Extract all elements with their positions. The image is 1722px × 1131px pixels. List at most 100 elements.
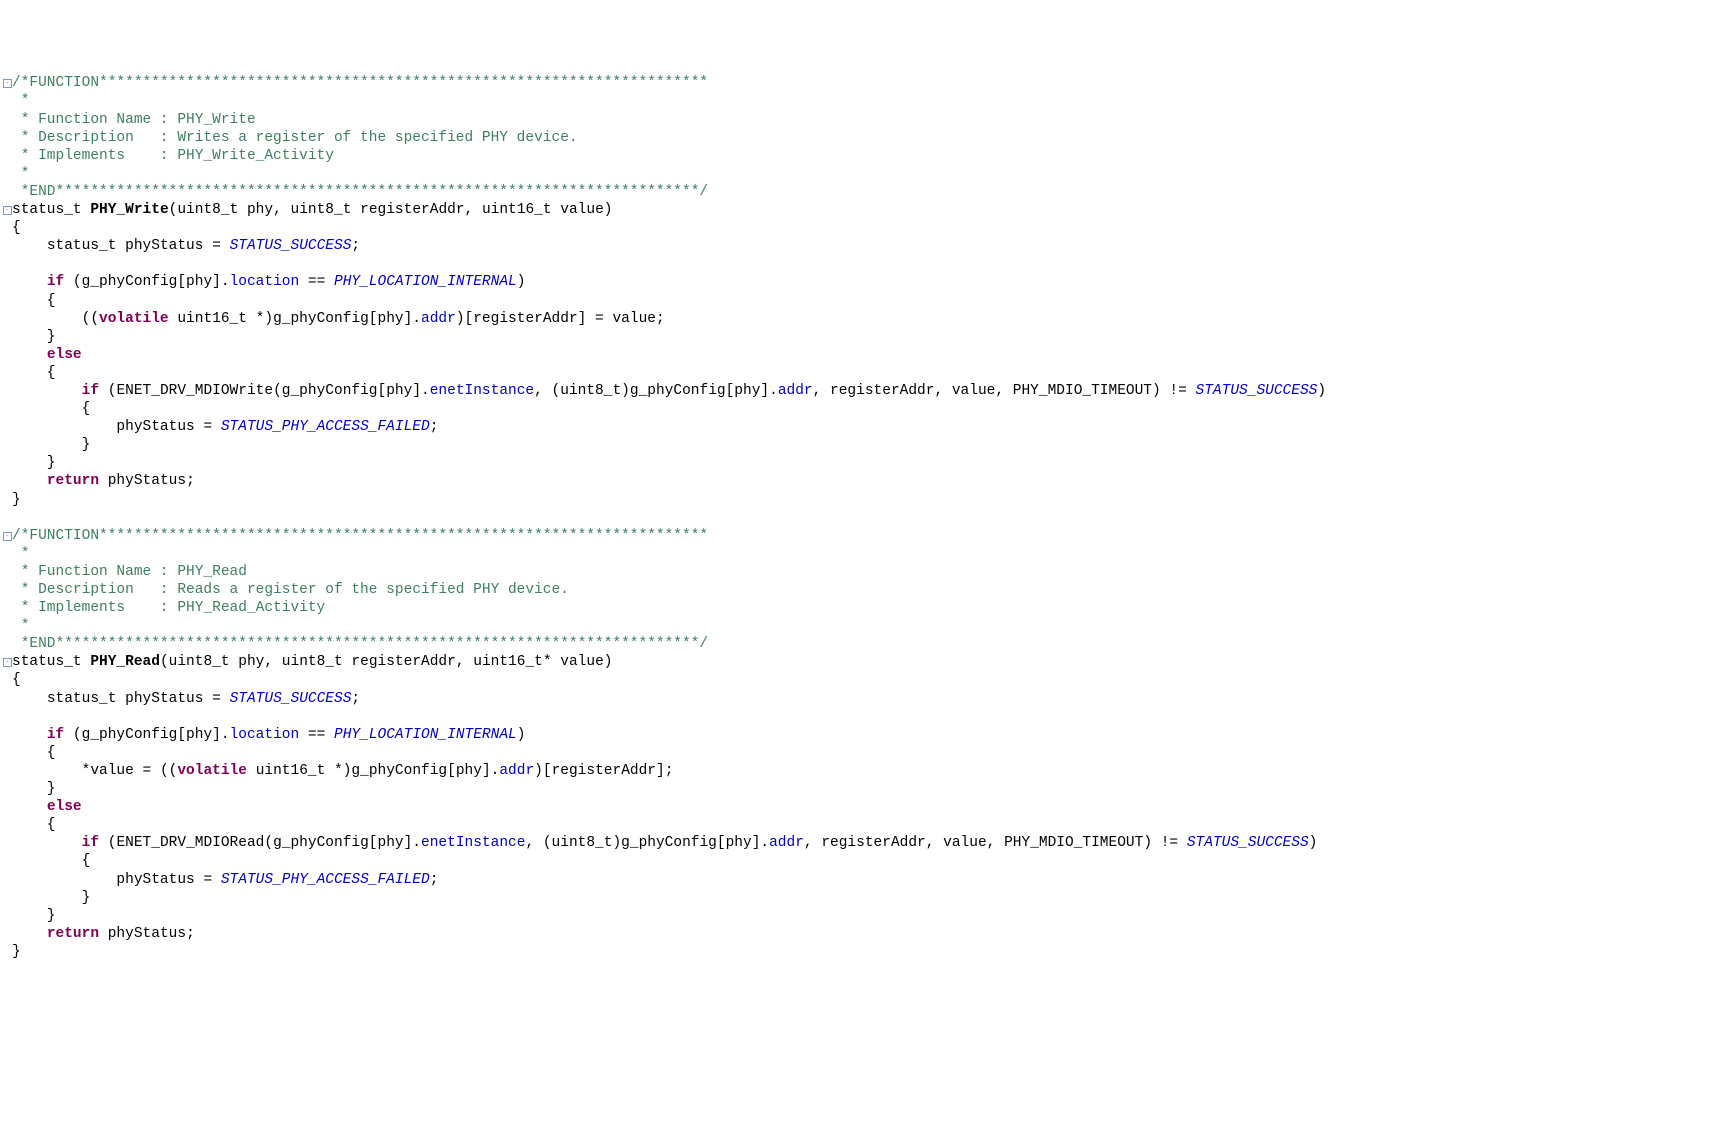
cast-type: uint8_t <box>552 835 613 851</box>
constant: PHY_LOCATION_INTERNAL <box>334 727 517 743</box>
member: addr <box>421 311 456 327</box>
identifier: g_phyConfig <box>621 835 717 851</box>
identifier: g_phyConfig <box>273 835 369 851</box>
param-type: uint16_t <box>482 202 552 218</box>
code-editor[interactable]: -/*FUNCTION*****************************… <box>0 74 1722 961</box>
var-name: phyStatus <box>108 926 186 942</box>
function-call: ENET_DRV_MDIOWrite <box>116 383 273 399</box>
constant: STATUS_SUCCESS <box>1196 383 1318 399</box>
comment-line: * Function Name : PHY_Read <box>12 564 247 580</box>
identifier: value <box>943 835 987 851</box>
fold-marker[interactable]: - <box>2 201 12 219</box>
keyword-if: if <box>82 383 99 399</box>
param-type: uint8_t <box>169 654 230 670</box>
param-type: uint16_t* <box>473 654 551 670</box>
comment-line: *END************************************… <box>12 636 708 652</box>
function-name: PHY_Read <box>90 654 160 670</box>
identifier: registerAddr <box>821 835 925 851</box>
identifier: phy <box>186 727 212 743</box>
identifier: phy <box>186 274 212 290</box>
comment-line: *END************************************… <box>12 184 708 200</box>
keyword-if: if <box>82 835 99 851</box>
cast-type: uint16_t <box>256 763 326 779</box>
keyword-return: return <box>47 473 99 489</box>
comment-line: /*FUNCTION******************************… <box>12 528 708 544</box>
fold-marker[interactable]: - <box>2 653 12 671</box>
var-name: phyStatus <box>125 238 203 254</box>
param-name: registerAddr <box>351 654 455 670</box>
constant: PHY_LOCATION_INTERNAL <box>334 274 517 290</box>
keyword-volatile: volatile <box>177 763 247 779</box>
param-name: phy <box>247 202 273 218</box>
identifier: phy <box>734 383 760 399</box>
param-name: phy <box>238 654 264 670</box>
identifier: g_phyConfig <box>82 727 178 743</box>
member: enetInstance <box>421 835 525 851</box>
comment-line: * <box>12 618 29 634</box>
comment-line: * <box>12 546 29 562</box>
identifier: registerAddr <box>552 763 656 779</box>
member: location <box>230 274 300 290</box>
param-type: uint8_t <box>291 202 352 218</box>
var-name: phyStatus <box>108 473 186 489</box>
cast-type: uint16_t <box>177 311 247 327</box>
fold-marker[interactable]: - <box>2 74 12 92</box>
keyword-else: else <box>47 347 82 363</box>
keyword-return: return <box>47 926 99 942</box>
identifier: g_phyConfig <box>273 311 369 327</box>
member: location <box>230 727 300 743</box>
comment-line: * Description : Reads a register of the … <box>12 582 569 598</box>
keyword-if: if <box>47 727 64 743</box>
comment-line: * <box>12 93 29 109</box>
member: addr <box>778 383 813 399</box>
identifier: PHY_MDIO_TIMEOUT <box>1004 835 1143 851</box>
comment-line: /*FUNCTION******************************… <box>12 75 708 91</box>
constant: STATUS_SUCCESS <box>230 691 352 707</box>
identifier: registerAddr <box>473 311 577 327</box>
param-type: uint8_t <box>177 202 238 218</box>
identifier: phy <box>726 835 752 851</box>
identifier: g_phyConfig <box>282 383 378 399</box>
constant: STATUS_SUCCESS <box>230 238 352 254</box>
member: addr <box>769 835 804 851</box>
identifier: phy <box>378 835 404 851</box>
comment-line: * Function Name : PHY_Write <box>12 112 256 128</box>
identifier: phy <box>378 311 404 327</box>
keyword-volatile: volatile <box>99 311 169 327</box>
return-type: status_t <box>12 202 82 218</box>
identifier: phy <box>456 763 482 779</box>
function-name: PHY_Write <box>90 202 168 218</box>
fold-marker[interactable]: - <box>2 527 12 545</box>
function-call: ENET_DRV_MDIORead <box>116 835 264 851</box>
comment-line: * Implements : PHY_Read_Activity <box>12 600 325 616</box>
param-type: uint8_t <box>282 654 343 670</box>
constant: STATUS_PHY_ACCESS_FAILED <box>221 872 430 888</box>
comment-line: * Implements : PHY_Write_Activity <box>12 148 334 164</box>
member: enetInstance <box>430 383 534 399</box>
keyword-else: else <box>47 799 82 815</box>
cast-type: uint8_t <box>560 383 621 399</box>
identifier: g_phyConfig <box>351 763 447 779</box>
param-name: value <box>560 654 604 670</box>
identifier: value <box>612 311 656 327</box>
identifier: phy <box>386 383 412 399</box>
identifier: registerAddr <box>830 383 934 399</box>
param-name: value <box>560 202 604 218</box>
var-name: phyStatus <box>125 691 203 707</box>
identifier: value <box>952 383 996 399</box>
var-name: phyStatus <box>116 419 194 435</box>
deref-lhs: *value <box>82 763 134 779</box>
constant: STATUS_SUCCESS <box>1187 835 1309 851</box>
return-type: status_t <box>12 654 82 670</box>
member: addr <box>499 763 534 779</box>
constant: STATUS_PHY_ACCESS_FAILED <box>221 419 430 435</box>
keyword-if: if <box>47 274 64 290</box>
identifier: PHY_MDIO_TIMEOUT <box>1013 383 1152 399</box>
var-name: phyStatus <box>116 872 194 888</box>
comment-line: * Description : Writes a register of the… <box>12 130 578 146</box>
identifier: g_phyConfig <box>630 383 726 399</box>
identifier: g_phyConfig <box>82 274 178 290</box>
var-type: status_t <box>47 691 117 707</box>
var-type: status_t <box>47 238 117 254</box>
param-name: registerAddr <box>360 202 464 218</box>
